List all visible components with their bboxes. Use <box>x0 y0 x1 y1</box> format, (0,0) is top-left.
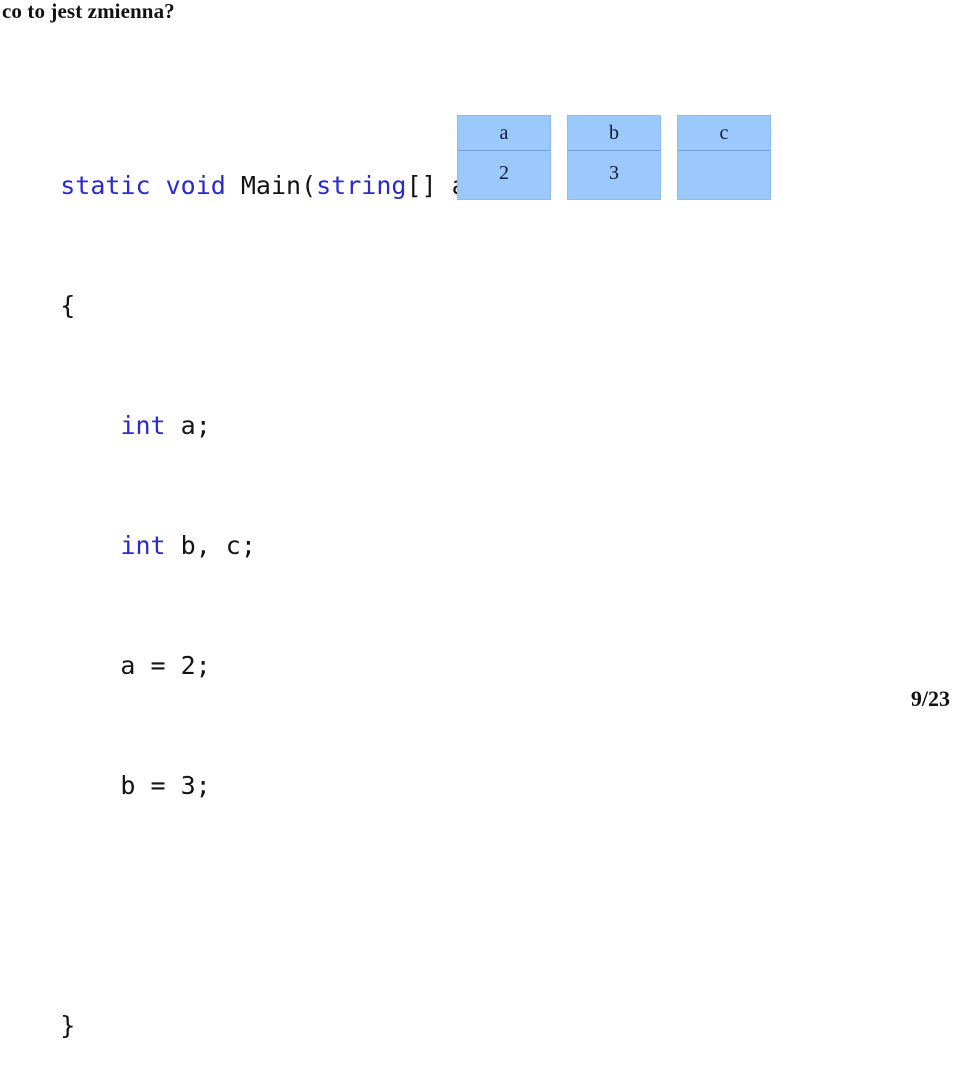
code-token-var-a: a; <box>165 411 211 440</box>
variable-name-a: a <box>458 116 550 151</box>
code-token-indent-1 <box>60 411 120 440</box>
code-line-assign-a: a = 2; <box>0 621 527 680</box>
code-token-var-b-c: b, c; <box>165 531 256 560</box>
page-title: co to jest zmienna? <box>2 0 175 23</box>
code-line-close-brace: } <box>0 981 527 1040</box>
code-token-void: void <box>165 171 226 200</box>
variable-name-c: c <box>678 116 770 151</box>
code-token-static: static <box>60 171 151 200</box>
variable-box-c: c <box>677 115 771 200</box>
code-line-signature: static void Main(string[] args) <box>0 141 527 200</box>
variable-value-b: 3 <box>609 162 619 184</box>
code-token-string: string <box>316 171 407 200</box>
code-token-open-brace: { <box>60 291 76 320</box>
variable-box-b: b 3 <box>567 115 661 200</box>
code-line-open-brace: { <box>0 261 527 320</box>
variable-value-a: 2 <box>499 162 509 184</box>
code-line-declare-a: int a; <box>0 381 527 440</box>
page-number: 9/23 <box>910 686 950 711</box>
code-line-declare-b-c: int b, c; <box>0 501 527 560</box>
variable-boxes-diagram: a 2 b 3 c <box>457 115 771 200</box>
code-token-int-1: int <box>120 411 166 440</box>
code-token-close-brace: } <box>60 1011 76 1040</box>
variable-box-a: a 2 <box>457 115 551 200</box>
code-block: static void Main(string[] args) { int a;… <box>0 51 527 1071</box>
code-token-assign-b: b = 3; <box>60 771 211 800</box>
code-token-assign-a: a = 2; <box>60 651 211 680</box>
code-token-int-2: int <box>120 531 166 560</box>
variable-value-c <box>678 151 770 199</box>
code-token-indent-2 <box>60 531 120 560</box>
code-token-space-1 <box>151 171 166 200</box>
code-line-assign-b: b = 3; <box>0 741 527 800</box>
variable-name-b: b <box>568 116 660 151</box>
code-token-main-open: Main( <box>225 171 317 200</box>
